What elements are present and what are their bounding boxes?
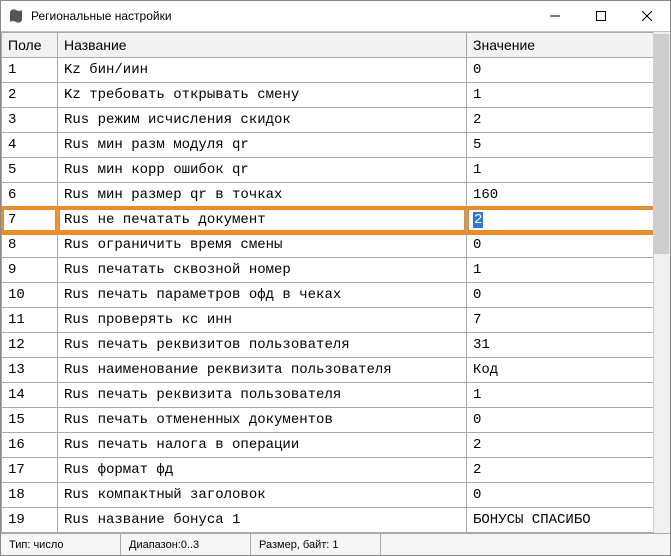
cell-value[interactable]: 1 [467,258,670,283]
app-icon [7,7,25,25]
cell-field[interactable]: 8 [2,233,58,258]
cell-value[interactable]: 2 [467,208,670,233]
window-root: Региональные настройки Поле Название [0,0,671,556]
table-row[interactable]: 19Rus название бонуса 1БОНУСЫ СПАСИБО [2,508,670,533]
vertical-scrollbar[interactable] [653,32,670,533]
table-row[interactable]: 3Rus режим исчисления скидок2 [2,108,670,133]
header-value[interactable]: Значение [467,33,670,58]
table-row[interactable]: 15Rus печать отмененных документов0 [2,408,670,433]
table-header-row: Поле Название Значение [2,33,670,58]
table-row[interactable]: 12Rus печать реквизитов пользователя31 [2,333,670,358]
cell-field[interactable]: 15 [2,408,58,433]
minimize-button[interactable] [532,1,578,31]
status-range: Диапазон:0..3 [121,534,251,555]
selected-value[interactable]: 2 [473,212,483,228]
cell-value[interactable]: 2 [467,108,670,133]
cell-value[interactable]: 1 [467,83,670,108]
header-field[interactable]: Поле [2,33,58,58]
cell-field[interactable]: 12 [2,333,58,358]
cell-value[interactable]: 0 [467,283,670,308]
cell-name[interactable]: Rus не печатать документ [58,208,467,233]
cell-value[interactable]: Код [467,358,670,383]
cell-name[interactable]: Rus печать реквизита пользователя [58,383,467,408]
titlebar[interactable]: Региональные настройки [1,1,670,31]
cell-field[interactable]: 16 [2,433,58,458]
cell-field[interactable]: 13 [2,358,58,383]
cell-field[interactable]: 9 [2,258,58,283]
table-row[interactable]: 10Rus печать параметров офд в чеках0 [2,283,670,308]
cell-name[interactable]: Rus название бонуса 1 [58,508,467,533]
cell-field[interactable]: 1 [2,58,58,83]
cell-name[interactable]: Rus ограничить время смены [58,233,467,258]
table-row[interactable]: 9Rus печатать сквозной номер1 [2,258,670,283]
cell-field[interactable]: 17 [2,458,58,483]
table-row[interactable]: 17Rus формат фд2 [2,458,670,483]
status-size: Размер, байт: 1 [251,534,381,555]
cell-field[interactable]: 6 [2,183,58,208]
cell-name[interactable]: Rus мин размер qr в точках [58,183,467,208]
cell-field[interactable]: 3 [2,108,58,133]
cell-value[interactable]: 0 [467,58,670,83]
cell-name[interactable]: Kz бин/иин [58,58,467,83]
cell-name[interactable]: Rus проверять кс инн [58,308,467,333]
cell-value[interactable]: 1 [467,383,670,408]
cell-value[interactable]: 7 [467,308,670,333]
maximize-button[interactable] [578,1,624,31]
table-scroll[interactable]: Поле Название Значение 1Kz бин/иин02Kz т… [1,32,670,533]
cell-name[interactable]: Rus режим исчисления скидок [58,108,467,133]
table-row[interactable]: 13Rus наименование реквизита пользовател… [2,358,670,383]
table-row[interactable]: 5Rus мин корр ошибок qr1 [2,158,670,183]
status-spacer [381,534,670,555]
table-row[interactable]: 1Kz бин/иин0 [2,58,670,83]
statusbar: Тип: число Диапазон:0..3 Размер, байт: 1 [1,533,670,555]
cell-value[interactable]: 31 [467,333,670,358]
table-row[interactable]: 7Rus не печатать документ 2 [2,208,670,233]
cell-field[interactable]: 19 [2,508,58,533]
cell-name[interactable]: Rus печать налога в операции [58,433,467,458]
cell-value[interactable]: 2 [467,458,670,483]
cell-name[interactable]: Rus компактный заголовок [58,483,467,508]
table-row[interactable]: 2Kz требовать открывать смену1 [2,83,670,108]
cell-name[interactable]: Rus печать реквизитов пользователя [58,333,467,358]
table-container: Поле Название Значение 1Kz бин/иин02Kz т… [1,31,670,533]
settings-table: Поле Название Значение 1Kz бин/иин02Kz т… [1,32,670,533]
table-row[interactable]: 8Rus ограничить время смены0 [2,233,670,258]
cell-name[interactable]: Rus мин корр ошибок qr [58,158,467,183]
table-row[interactable]: 16Rus печать налога в операции2 [2,433,670,458]
cell-value[interactable]: 5 [467,133,670,158]
cell-field[interactable]: 5 [2,158,58,183]
cell-field[interactable]: 14 [2,383,58,408]
cell-value[interactable]: БОНУСЫ СПАСИБО [467,508,670,533]
cell-value[interactable]: 0 [467,233,670,258]
close-button[interactable] [624,1,670,31]
cell-value[interactable]: 2 [467,433,670,458]
cell-name[interactable]: Rus печать отмененных документов [58,408,467,433]
cell-name[interactable]: Rus наименование реквизита пользователя [58,358,467,383]
cell-field[interactable]: 7 [2,208,58,233]
header-name[interactable]: Название [58,33,467,58]
cell-name[interactable]: Rus формат фд [58,458,467,483]
cell-value[interactable]: 1 [467,158,670,183]
status-type: Тип: число [1,534,121,555]
cell-name[interactable]: Rus печать параметров офд в чеках [58,283,467,308]
cell-name[interactable]: Rus печатать сквозной номер [58,258,467,283]
cell-field[interactable]: 10 [2,283,58,308]
table-row[interactable]: 6Rus мин размер qr в точках160 [2,183,670,208]
cell-name[interactable]: Rus мин разм модуля qr [58,133,467,158]
table-row[interactable]: 14Rus печать реквизита пользователя1 [2,383,670,408]
scrollbar-thumb[interactable] [654,34,669,254]
window-controls [532,1,670,31]
cell-field[interactable]: 2 [2,83,58,108]
window-title: Региональные настройки [31,9,532,23]
cell-field[interactable]: 18 [2,483,58,508]
cell-value[interactable]: 160 [467,183,670,208]
table-row[interactable]: 11Rus проверять кс инн7 [2,308,670,333]
cell-field[interactable]: 11 [2,308,58,333]
table-row[interactable]: 18Rus компактный заголовок0 [2,483,670,508]
cell-value[interactable]: 0 [467,483,670,508]
cell-name[interactable]: Kz требовать открывать смену [58,83,467,108]
cell-field[interactable]: 4 [2,133,58,158]
cell-value[interactable]: 0 [467,408,670,433]
table-row[interactable]: 4Rus мин разм модуля qr5 [2,133,670,158]
